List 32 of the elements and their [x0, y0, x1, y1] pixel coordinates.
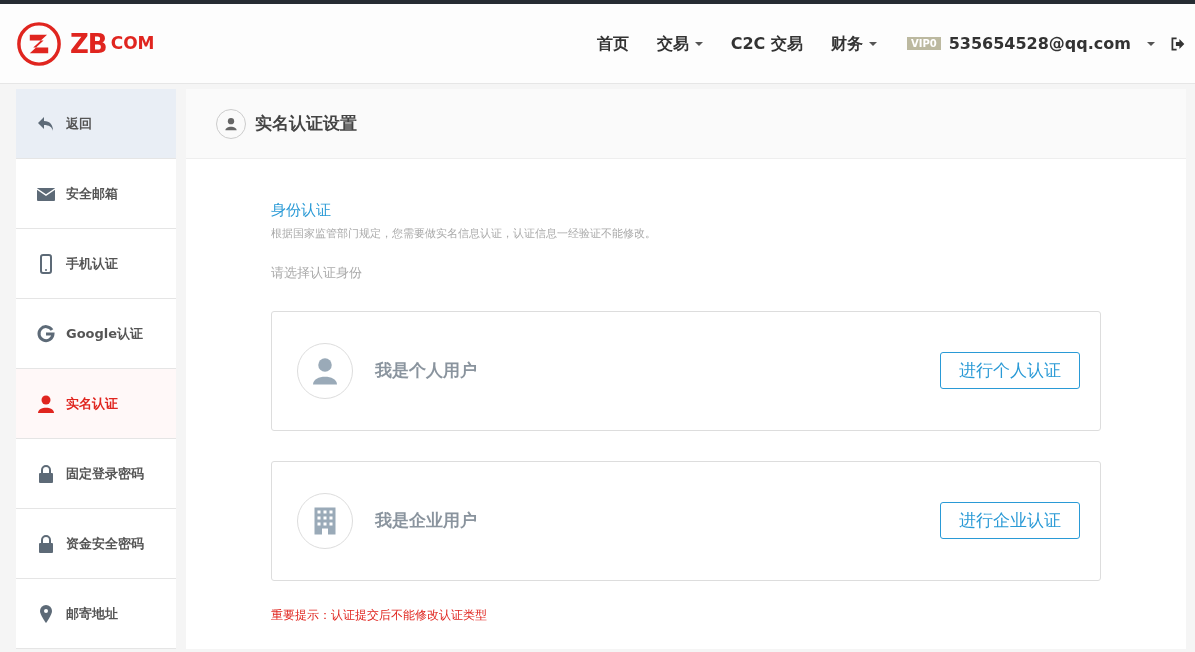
logo[interactable]: ZB COM — [16, 20, 155, 67]
logo-wordmark: ZB — [70, 30, 107, 57]
sidebar-item[interactable]: 资金安全密码 — [16, 509, 176, 579]
person-icon — [224, 116, 238, 131]
sidebar-item[interactable]: 安全邮箱 — [16, 159, 176, 229]
google-icon — [36, 323, 56, 344]
logo-domain: COM — [110, 35, 155, 52]
sidebar-item[interactable]: 固定登录密码 — [16, 439, 176, 509]
vip-level-tag: VIP0 — [906, 37, 941, 50]
sidebar-item[interactable]: 手机认证 — [16, 229, 176, 299]
description-text: 根据国家监管部门规定，您需要做实名信息认证，认证信息一经验证不能修改。 — [271, 225, 657, 242]
nav-link[interactable]: 交易 — [642, 31, 717, 56]
lock-icon — [36, 533, 56, 554]
option-label: 我是企业用户 — [375, 508, 477, 532]
sidebar-item[interactable]: 邮寄地址 — [16, 579, 176, 649]
back-link[interactable]: 返回 — [16, 89, 176, 159]
option-label: 我是个人用户 — [375, 358, 477, 382]
person-icon — [36, 393, 56, 414]
account-menu[interactable]: 535654528@qq.com — [948, 31, 1155, 56]
section-title: 身份认证 — [271, 200, 332, 221]
prompt-text: 请选择认证身份 — [271, 264, 363, 282]
nav-link[interactable]: C2C 交易 — [716, 31, 817, 56]
nav-link[interactable]: 首页 — [582, 31, 643, 56]
person-icon — [310, 355, 340, 386]
nav-link[interactable]: 财务 — [816, 31, 891, 56]
sidebar-item[interactable]: Google认证 — [16, 299, 176, 369]
panel-title: 实名认证设置 — [255, 111, 357, 135]
logo-emblem-icon — [16, 20, 62, 67]
warning-text: 重要提示：认证提交后不能修改认证类型 — [271, 606, 488, 624]
sidebar-item[interactable]: 实名认证 — [16, 369, 176, 439]
logout-icon[interactable] — [1171, 36, 1185, 51]
lock-icon — [36, 463, 56, 484]
